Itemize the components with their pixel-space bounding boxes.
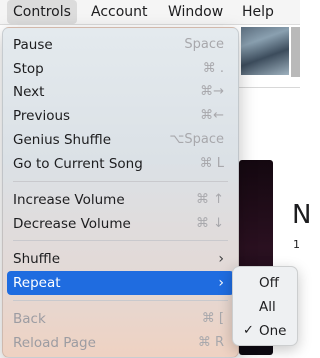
submenu-item-label: One — [259, 323, 287, 339]
menu-item-previous[interactable]: Previous ⌘← — [3, 104, 238, 128]
checkmark-icon: ✓ — [243, 323, 254, 338]
submenu-item-one[interactable]: ✓ One — [233, 319, 297, 343]
submenu-item-all[interactable]: All — [233, 295, 297, 319]
menu-item-go-to-current-song[interactable]: Go to Current Song ⌘ L — [3, 152, 238, 176]
menu-separator — [13, 181, 228, 182]
keyboard-shortcut: ⌘ [ — [201, 311, 224, 326]
keyboard-shortcut: ⌘ L — [199, 156, 224, 171]
menu-item-label: Shuffle — [13, 251, 61, 267]
menubar-window[interactable]: Window — [162, 0, 229, 24]
divider — [236, 87, 300, 88]
menu-item-label: Decrease Volume — [13, 216, 131, 232]
menu-item-label: Reload Page — [13, 335, 96, 351]
menu-separator — [13, 300, 228, 301]
menu-item-pause[interactable]: Pause Space — [3, 33, 238, 57]
bg-title-fragment: N — [292, 200, 312, 230]
menubar-help[interactable]: Help — [236, 0, 280, 24]
artwork-thumbnail-edge — [291, 27, 300, 77]
menubar-controls[interactable]: Controls — [7, 0, 77, 24]
menu-item-label: Back — [13, 311, 46, 327]
menu-item-label: Stop — [13, 61, 44, 77]
menu-item-label: Increase Volume — [13, 192, 125, 208]
menu-item-label: Genius Shuffle — [13, 132, 111, 148]
menu-item-label: Previous — [13, 108, 71, 124]
keyboard-shortcut: ⌘ . — [202, 61, 224, 76]
repeat-submenu: Off All ✓ One — [232, 266, 298, 346]
menu-item-decrease-volume[interactable]: Decrease Volume ⌘ ↓ — [3, 212, 238, 236]
menu-item-repeat[interactable]: Repeat › — [7, 271, 234, 295]
menu-item-genius-shuffle[interactable]: Genius Shuffle ⌥Space — [3, 128, 238, 152]
menu-separator — [13, 240, 228, 241]
menu-item-increase-volume[interactable]: Increase Volume ⌘ ↑ — [3, 188, 238, 212]
submenu-item-label: Off — [259, 275, 279, 291]
chevron-right-icon: › — [218, 251, 224, 267]
menu-item-stop[interactable]: Stop ⌘ . — [3, 57, 238, 81]
menu-item-label: Pause — [13, 37, 53, 53]
menubar-account[interactable]: Account — [85, 0, 154, 24]
album-artwork-thumbnail[interactable] — [241, 27, 289, 75]
bg-detail-fragment: 1 — [293, 238, 300, 251]
keyboard-shortcut: ⌘ ↓ — [195, 216, 224, 231]
keyboard-shortcut: Space — [184, 37, 224, 52]
menu-item-label: Next — [13, 84, 45, 100]
chevron-right-icon: › — [218, 275, 224, 291]
menu-item-reload-page: Reload Page ⌘ R — [3, 331, 238, 355]
menu-item-next[interactable]: Next ⌘→ — [3, 80, 238, 104]
menu-item-shuffle[interactable]: Shuffle › — [3, 247, 238, 271]
menu-item-label: Repeat — [13, 275, 61, 291]
keyboard-shortcut: ⌘→ — [200, 84, 224, 99]
keyboard-shortcut: ⌘ R — [197, 335, 224, 350]
menu-item-label: Go to Current Song — [13, 156, 143, 172]
controls-menu: Pause Space Stop ⌘ . Next ⌘→ Previous ⌘←… — [2, 27, 239, 358]
menu-item-back: Back ⌘ [ — [3, 307, 238, 331]
keyboard-shortcut: ⌘← — [200, 108, 224, 123]
menu-bar: Controls Account Window Help — [0, 0, 300, 25]
keyboard-shortcut: ⌘ ↑ — [195, 192, 224, 207]
submenu-item-label: All — [259, 299, 276, 315]
keyboard-shortcut: ⌥Space — [169, 132, 224, 147]
submenu-item-off[interactable]: Off — [233, 271, 297, 295]
